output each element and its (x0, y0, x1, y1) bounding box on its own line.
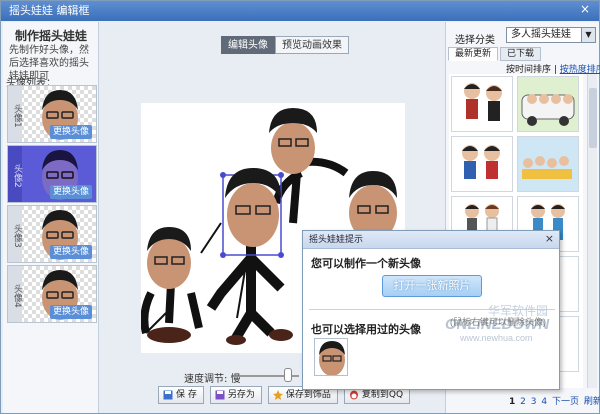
avatar-number: 头像3 (8, 206, 22, 262)
avatar-number: 头像2 (8, 146, 22, 202)
right-tabs: 最新更新 已下载 (448, 47, 542, 61)
speed-label: 速度调节: 慢 (184, 374, 241, 385)
tab-downloaded[interactable]: 已下载 (500, 47, 542, 61)
page-3[interactable]: 3 (531, 397, 537, 407)
used-avatar-image (319, 341, 345, 375)
qq-icon (349, 390, 358, 400)
thumbnail-image (464, 83, 502, 121)
make-new-avatar-text: 您可以制作一个新头像 (311, 257, 421, 270)
thumbnail-image (462, 145, 500, 179)
left-panel-title: 制作摇头娃娃 (14, 29, 87, 43)
page-1[interactable]: 1 (509, 397, 515, 407)
left-panel: 制作摇头娃娃 先制作好头像，然后选择喜欢的摇头娃娃即可 头像列表： 头像1 更换… (3, 22, 99, 413)
close-icon[interactable]: × (577, 2, 593, 18)
category-select[interactable]: 多人摇头娃娃 ▼ (506, 27, 596, 43)
save-as-button[interactable]: 另存为 (209, 386, 262, 404)
title-bar: 摇头娃娃 编辑框 × (1, 1, 599, 21)
refresh-link[interactable]: 刷新 (584, 397, 600, 407)
chevron-down-icon[interactable]: ▼ (581, 28, 595, 42)
category-label: 选择分类 (455, 35, 495, 46)
template-thumbnail[interactable] (451, 76, 513, 132)
save-button-label: 保 存 (176, 390, 197, 400)
tab-edit-avatar[interactable]: 编辑头像 (221, 36, 275, 54)
editor-tabs: 编辑头像 预览动画效果 (221, 36, 349, 54)
tab-preview-animation[interactable]: 预览动画效果 (275, 36, 349, 54)
replace-avatar-button[interactable]: 更换头像 (50, 125, 92, 139)
page-4[interactable]: 4 (541, 397, 547, 407)
speed-slider-handle[interactable] (284, 368, 292, 382)
scrollbar-handle[interactable] (589, 88, 597, 148)
template-thumbnail[interactable] (517, 76, 579, 132)
choose-used-avatar-text: 也可以选择用过的头像 (311, 323, 421, 336)
template-thumbnail[interactable] (451, 136, 513, 192)
avatar-item-4[interactable]: 头像4 更换头像 (7, 265, 97, 323)
category-select-value: 多人摇头娃娃 (511, 29, 571, 40)
dialog-close-icon[interactable]: × (545, 232, 554, 245)
page-2[interactable]: 2 (520, 397, 526, 407)
avatar-item-1[interactable]: 头像1 更换头像 (7, 85, 97, 143)
accessory-icon (272, 390, 283, 400)
thumbnail-image (522, 156, 572, 179)
dialog-divider (309, 309, 555, 310)
pagination: 1 2 3 4 下一页 刷新 (509, 394, 600, 407)
replace-avatar-button[interactable]: 更换头像 (50, 305, 92, 319)
dialog-title: 摇头娃娃提示 (303, 231, 559, 249)
replace-avatar-button[interactable]: 更换头像 (50, 185, 92, 199)
thumbnail-image (521, 94, 575, 126)
save-as-button-label: 另存为 (227, 390, 255, 400)
window-title: 摇头娃娃 编辑框 (9, 4, 90, 17)
save-icon (163, 390, 173, 400)
template-thumbnail[interactable] (517, 136, 579, 192)
app-window: 摇头娃娃 编辑框 × 制作摇头娃娃 先制作好头像，然后选择喜欢的摇头娃娃即可 头… (0, 0, 600, 414)
save-as-icon (215, 390, 225, 400)
avatar-item-3[interactable]: 头像3 更换头像 (7, 205, 97, 263)
replace-avatar-button[interactable]: 更换头像 (50, 245, 92, 259)
save-button[interactable]: 保 存 (158, 386, 204, 404)
avatar-item-2[interactable]: 头像2 更换头像 (7, 145, 97, 203)
used-avatar-thumbnail[interactable] (314, 338, 348, 376)
bobblehead-tip-dialog: 摇头娃娃提示 × 您可以制作一个新头像 打开一张新照片 也可以选择用过的头像 (302, 230, 560, 390)
tab-latest-updates[interactable]: 最新更新 (448, 47, 499, 61)
avatar-number: 头像4 (8, 266, 22, 322)
thumbnail-scrollbar[interactable] (587, 74, 597, 388)
open-new-photo-button[interactable]: 打开一张新照片 (382, 275, 482, 297)
next-page-link[interactable]: 下一页 (552, 397, 579, 407)
avatar-number: 头像1 (8, 86, 22, 142)
